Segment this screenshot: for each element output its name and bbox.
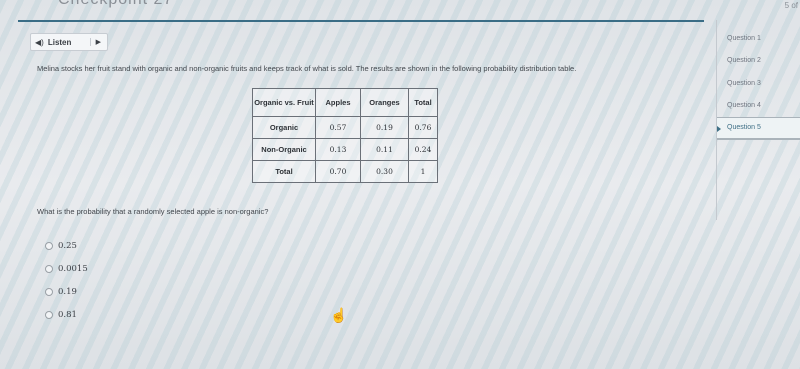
play-icon[interactable]: ▶ [89,38,101,46]
question-nav: Question 1 Question 2 Question 3 Questio… [717,27,800,140]
question-text: Melina stocks her fruit stand with organ… [37,64,577,73]
table-row: Organic 0.57 0.19 0.76 [252,116,438,139]
speaker-icon: ◀) [35,37,44,47]
answer-choice-c[interactable]: 0.19 [45,287,77,297]
radio-button[interactable] [45,265,53,273]
choice-label: 0.25 [58,241,77,251]
table-row-label: Non-Organic [252,138,316,161]
choice-label: 0.19 [58,287,77,297]
table-cell: 0.19 [360,116,409,139]
table-header-cell: Apples [315,88,361,117]
page-background [0,0,800,369]
header-divider [18,20,704,22]
table-row: Non-Organic 0.13 0.11 0.24 [252,138,438,161]
nav-item-question-1[interactable]: Question 1 [717,27,800,50]
table-header-cell: Organic vs. Fruit [252,88,316,117]
table-row-label: Total [252,160,316,183]
page-title: Checkpoint 27 [58,0,173,9]
radio-button[interactable] [45,242,53,250]
table-header-cell: Oranges [360,88,409,117]
table-header-row: Organic vs. Fruit Apples Oranges Total [252,88,438,117]
nav-item-question-2[interactable]: Question 2 [717,50,800,73]
probability-table: Organic vs. Fruit Apples Oranges Total O… [252,88,438,183]
choice-label: 0.81 [58,310,77,320]
table-cell: 0.24 [408,138,438,161]
table-row: Total 0.70 0.30 1 [252,160,438,183]
table-cell: 0.13 [315,138,361,161]
answer-choice-b[interactable]: 0.0015 [45,264,88,274]
table-cell: 0.30 [360,160,409,183]
nav-item-question-5[interactable]: Question 5 [717,117,800,140]
pagination-indicator: 5 of [784,1,798,10]
table-cell: 0.57 [315,116,361,139]
listen-button[interactable]: ◀) Listen ▶ [30,33,108,51]
table-row-label: Organic [252,116,316,139]
table-cell: 0.11 [360,138,409,161]
radio-button[interactable] [45,288,53,296]
answer-choice-a[interactable]: 0.25 [45,241,77,251]
choice-label: 0.0015 [58,264,88,274]
radio-button[interactable] [45,311,53,319]
listen-label: Listen [47,37,72,47]
nav-item-question-3[interactable]: Question 3 [717,72,800,95]
hand-pointer-icon: ☝ [330,307,348,323]
question-prompt: What is the probability that a randomly … [37,207,269,216]
answer-choice-d[interactable]: 0.81 [45,310,77,320]
table-header-cell: Total [408,88,438,117]
table-cell: 1 [408,160,438,183]
nav-item-question-4[interactable]: Question 4 [717,95,800,118]
table-cell: 0.70 [315,160,361,183]
table-cell: 0.76 [408,116,438,139]
